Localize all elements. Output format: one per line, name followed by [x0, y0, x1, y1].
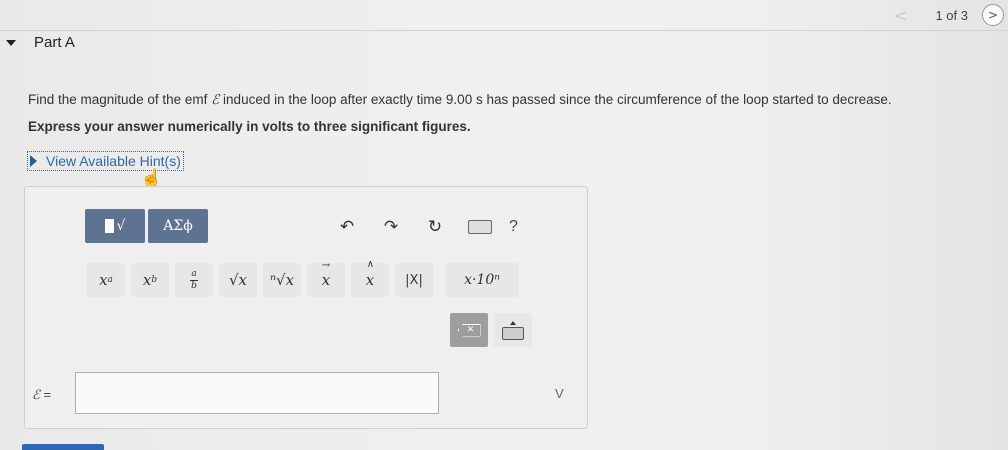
nth-root-button[interactable]: ⁿ√x [263, 263, 301, 297]
expand-triangle-icon [30, 155, 37, 167]
reset-icon[interactable]: ↻ [413, 217, 457, 237]
help-button[interactable]: ? [509, 218, 518, 236]
pager-count: 1 of 3 [935, 7, 968, 23]
undo-icon[interactable]: ↶ [325, 217, 369, 237]
keyboard-toggle-button[interactable] [494, 313, 532, 347]
section-divider [0, 30, 1008, 31]
fraction-button[interactable]: a b [175, 263, 213, 297]
answer-instruction: Express your answer numerically in volts… [28, 119, 471, 134]
redo-icon[interactable]: ↷ [369, 217, 413, 237]
next-part-button[interactable]: > [982, 4, 1004, 26]
scientific-notation-button[interactable]: x·10ⁿ [445, 263, 519, 297]
unit-vector-icon: x [366, 259, 375, 289]
superscript-base: x [99, 271, 108, 289]
previous-part-icon[interactable]: < [894, 6, 907, 25]
keyboard-icon [502, 326, 524, 340]
question-text-before: Find the magnitude of the emf [28, 92, 212, 107]
question-text-after: induced in the loop after exactly time 9… [219, 92, 892, 107]
root-icon: √ [116, 218, 126, 234]
superscript-exp: a [107, 275, 113, 285]
answer-input[interactable] [75, 372, 439, 414]
math-toolbar: √ ΑΣϕ [85, 209, 208, 243]
subscript-button[interactable]: xb [131, 263, 169, 297]
backspace-icon: ✕ [457, 323, 481, 337]
answer-equals: = [39, 387, 52, 402]
top-bar: < 1 of 3 > [0, 0, 1008, 30]
math-tools-row: xa xb a b √x ⁿ√x x x |X| x·10ⁿ [87, 259, 525, 297]
answer-panel: √ ΑΣϕ ↶ ↷ ↻ ? xa xb a b √x ⁿ√x x x [24, 186, 588, 429]
fraction-icon: a b [190, 268, 198, 291]
fraction-denominator: b [191, 280, 197, 291]
question-text: Find the magnitude of the emf ℰ induced … [28, 92, 892, 108]
answer-unit: V [555, 386, 564, 401]
template-square-icon [104, 219, 114, 233]
delete-button[interactable]: ✕ [450, 313, 488, 347]
hint-label[interactable]: View Available Hint(s) [46, 153, 181, 169]
collapse-caret-icon[interactable] [6, 39, 16, 46]
absolute-value-button[interactable]: |X| [395, 263, 433, 297]
up-arrow-icon [510, 320, 516, 325]
superscript-button[interactable]: xa [87, 263, 125, 297]
part-header[interactable]: Part A [0, 34, 75, 51]
vector-icon: x [322, 260, 331, 289]
keyboard-shortcuts-icon[interactable] [468, 220, 492, 234]
templates-button[interactable]: √ [85, 209, 145, 243]
square-root-button[interactable]: √x [219, 263, 257, 297]
answer-emf-symbol: ℰ [32, 388, 40, 403]
unit-vector-button[interactable]: x [351, 259, 389, 297]
subscript-base: x [142, 271, 152, 289]
part-title: Part A [34, 34, 75, 51]
editor-actions: ↶ ↷ ↻ ? [325, 217, 518, 237]
submit-button[interactable] [22, 444, 104, 450]
answer-label: ℰ = [32, 387, 51, 403]
fraction-numerator: a [191, 268, 197, 279]
vector-button[interactable]: x [307, 260, 345, 297]
subscript-sub: b [151, 275, 158, 285]
greek-symbols-button[interactable]: ΑΣϕ [148, 209, 208, 243]
pager: < 1 of 3 > [894, 4, 1004, 26]
